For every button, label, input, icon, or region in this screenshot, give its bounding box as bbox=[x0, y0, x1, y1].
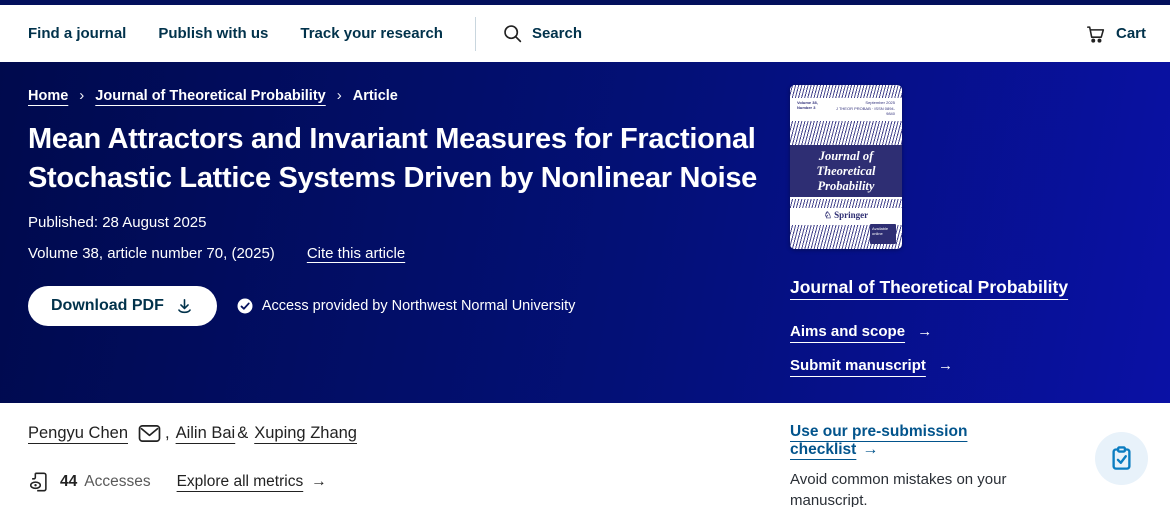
access-note: Access provided by Northwest Normal Univ… bbox=[236, 297, 575, 315]
search-label: Search bbox=[532, 25, 582, 42]
cover-volume-text: Volume 38, Number 3 bbox=[797, 100, 834, 117]
site-header: Find a journal Publish with us Track you… bbox=[0, 5, 1170, 62]
submit-manuscript-link[interactable]: Submit manuscript bbox=[790, 357, 926, 374]
accesses-label: Accesses bbox=[84, 473, 150, 491]
metrics-row: 44 Accesses Explore all metrics → bbox=[28, 471, 327, 493]
cover-stripe-band bbox=[790, 85, 902, 98]
aims-and-scope-link[interactable]: Aims and scope bbox=[790, 323, 905, 340]
clipboard-check-icon bbox=[1108, 445, 1135, 472]
search-icon bbox=[502, 23, 523, 44]
download-row: Download PDF Access provided by Northwes… bbox=[28, 286, 768, 326]
article-page: Find a journal Publish with us Track you… bbox=[0, 0, 1170, 507]
author-link-ailin-bai[interactable]: Ailin Bai bbox=[176, 424, 236, 443]
check-circle-icon bbox=[236, 297, 254, 315]
page-title: Mean Attractors and Invariant Measures f… bbox=[28, 120, 768, 198]
aims-and-scope-row: Aims and scope → bbox=[790, 323, 1160, 340]
volume-info: Volume 38, article number 70, (2025) bbox=[28, 245, 275, 262]
author-separator: , bbox=[165, 424, 170, 443]
breadcrumb-separator: › bbox=[337, 87, 342, 104]
cover-publisher-logo: ♘ Springer bbox=[790, 210, 902, 221]
author-separator: & bbox=[237, 424, 248, 443]
access-note-text: Access provided by Northwest Normal Univ… bbox=[262, 298, 575, 314]
cite-this-article-link[interactable]: Cite this article bbox=[307, 245, 405, 262]
accesses-icon bbox=[28, 471, 50, 493]
journal-cover-image[interactable]: Volume 38, Number 3 September 2025 J THE… bbox=[790, 85, 902, 249]
journal-panel: Volume 38, Number 3 September 2025 J THE… bbox=[790, 85, 1160, 374]
cover-available-online-badge: Available online bbox=[870, 224, 896, 244]
pre-submission-aside: Use our pre-submission checklist→ Avoid … bbox=[790, 423, 1050, 507]
author-link-xuping-zhang[interactable]: Xuping Zhang bbox=[254, 424, 357, 443]
cover-issue-text: September 2025 J THEOR PROBAB · ISSN 089… bbox=[834, 100, 895, 117]
submit-manuscript-row: Submit manuscript → bbox=[790, 357, 1160, 374]
right-arrow-icon: → bbox=[917, 323, 932, 340]
cart-label: Cart bbox=[1116, 25, 1146, 42]
author-link-pengyu-chen[interactable]: Pengyu Chen bbox=[28, 424, 128, 443]
cover-stripe-band bbox=[790, 121, 902, 145]
breadcrumb-separator: › bbox=[79, 87, 84, 104]
download-pdf-label: Download PDF bbox=[51, 297, 164, 315]
article-hero: Home › Journal of Theoretical Probabilit… bbox=[0, 62, 1170, 403]
email-author-button[interactable] bbox=[138, 424, 161, 443]
right-arrow-icon: → bbox=[862, 441, 878, 458]
checklist-note: Avoid common mistakes on your manuscript… bbox=[790, 469, 1030, 507]
breadcrumb-journal[interactable]: Journal of Theoretical Probability bbox=[95, 88, 325, 104]
submission-helper-button[interactable] bbox=[1095, 432, 1148, 485]
published-date: Published: 28 August 2025 bbox=[28, 214, 768, 231]
springer-horse-icon: ♘ bbox=[824, 210, 832, 220]
authors-row: Pengyu Chen , Ailin Bai & Xuping Zhang bbox=[28, 424, 357, 443]
journal-homepage-link[interactable]: Journal of Theoretical Probability bbox=[790, 277, 1068, 298]
search-button[interactable]: Search bbox=[502, 23, 582, 44]
hero-left-column: Home › Journal of Theoretical Probabilit… bbox=[28, 62, 768, 326]
article-meta-section: Pengyu Chen , Ailin Bai & Xuping Zhang 4… bbox=[0, 403, 1170, 507]
download-pdf-button[interactable]: Download PDF bbox=[28, 286, 217, 326]
header-divider bbox=[475, 17, 476, 51]
cover-meta: Volume 38, Number 3 September 2025 J THE… bbox=[797, 100, 895, 117]
accesses-count: 44 bbox=[60, 473, 77, 491]
cover-title-text: Journal of Theoretical Probability bbox=[790, 149, 902, 194]
cover-stripe-band bbox=[790, 199, 902, 208]
cart-icon bbox=[1085, 23, 1107, 45]
right-arrow-icon: → bbox=[311, 473, 327, 491]
nav-track-your-research[interactable]: Track your research bbox=[300, 25, 443, 42]
envelope-icon bbox=[138, 424, 161, 443]
volume-line: Volume 38, article number 70, (2025) Cit… bbox=[28, 245, 768, 262]
nav-publish-with-us[interactable]: Publish with us bbox=[158, 25, 268, 42]
download-icon bbox=[175, 297, 194, 316]
cover-title-band: Journal of Theoretical Probability bbox=[790, 145, 902, 197]
pre-submission-checklist-link[interactable]: Use our pre-submission checklist bbox=[790, 423, 967, 458]
breadcrumb-current: Article bbox=[353, 88, 398, 104]
explore-all-metrics-link[interactable]: Explore all metrics bbox=[177, 473, 304, 491]
breadcrumb: Home › Journal of Theoretical Probabilit… bbox=[28, 87, 768, 104]
nav-find-a-journal[interactable]: Find a journal bbox=[28, 25, 126, 42]
cart-button[interactable]: Cart bbox=[1085, 23, 1146, 45]
right-arrow-icon: → bbox=[938, 357, 953, 374]
breadcrumb-home[interactable]: Home bbox=[28, 88, 68, 104]
